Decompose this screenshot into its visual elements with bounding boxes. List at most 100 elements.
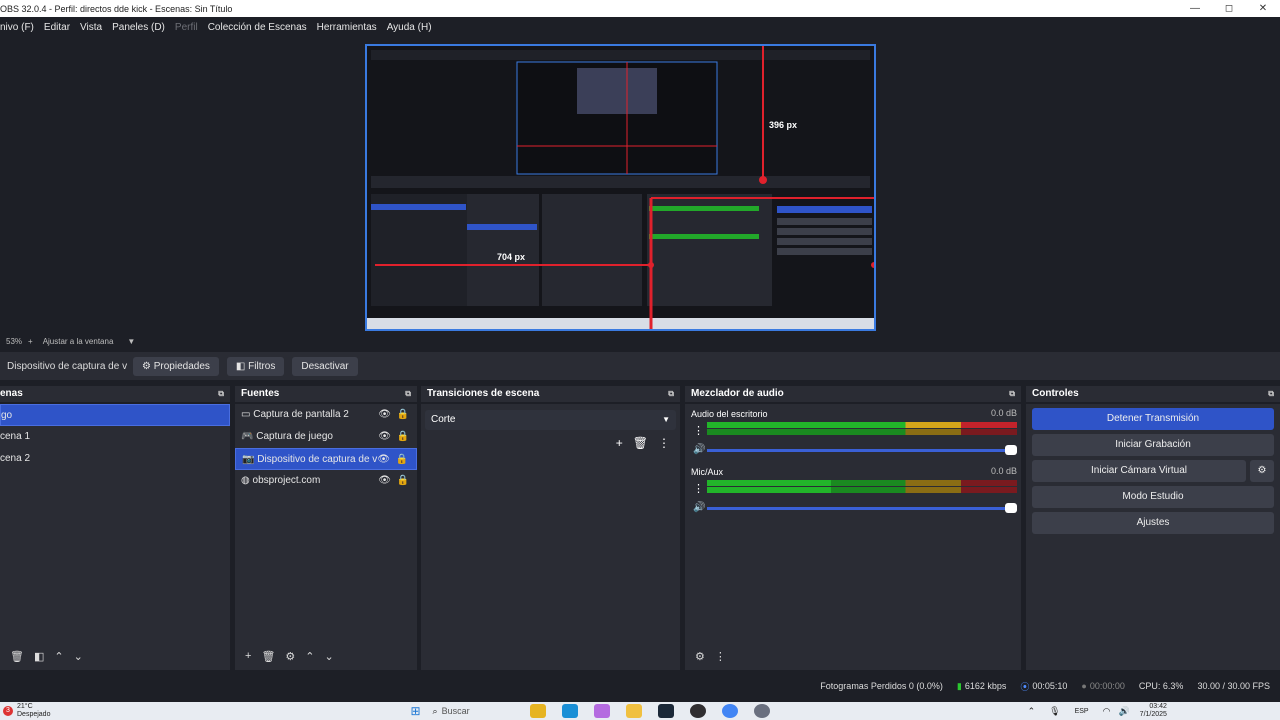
source-item[interactable]: ◍ obsproject.com 👁 🔒 xyxy=(235,470,417,492)
obs-icon[interactable] xyxy=(689,704,706,718)
maximize-button[interactable]: ◻ xyxy=(1212,0,1246,17)
transition-buttons: + 🗑 ⋮ xyxy=(616,436,670,450)
search-icon: ⌕ xyxy=(432,705,438,716)
stop-stream-button[interactable]: Detener Transmisión xyxy=(1032,408,1274,430)
source-item[interactable]: ▭ Captura de pantalla 2 👁 🔒 xyxy=(235,404,417,426)
lock-icon[interactable]: 🔒 xyxy=(397,426,409,448)
window-controls: — ◻ ✕ xyxy=(1178,0,1280,17)
source-item[interactable]: 📷 Dispositivo de captura de v 👁 🔒 xyxy=(235,448,417,470)
scene-item[interactable]: go xyxy=(0,404,230,426)
tray-chevron-icon[interactable]: ⌃ xyxy=(1028,706,1036,717)
speaker-icon[interactable]: 🔊 xyxy=(693,444,705,455)
remove-scene-icon[interactable]: 🗑 xyxy=(10,650,24,663)
gear-icon: ⚙ xyxy=(1257,465,1267,476)
copilot-icon[interactable] xyxy=(593,704,610,718)
menu-file[interactable]: nivo (F) xyxy=(0,22,34,33)
chevron-down-icon[interactable]: ▼ xyxy=(127,337,135,346)
undock-icon[interactable]: ⧉ xyxy=(1009,386,1015,402)
weather-widget[interactable]: 21°C Despejado xyxy=(17,703,50,719)
remove-source-icon[interactable]: 🗑 xyxy=(261,650,275,663)
lock-icon[interactable]: 🔒 xyxy=(396,449,408,471)
wifi-icon[interactable]: ◠ xyxy=(1103,706,1111,717)
folder-icon[interactable] xyxy=(625,704,642,718)
eye-icon[interactable]: 👁 xyxy=(378,426,391,448)
settings-app-icon[interactable] xyxy=(753,704,770,718)
virtual-cam-row: Iniciar Cámara Virtual ⚙ xyxy=(1026,456,1280,482)
clock[interactable]: 03:42 7/1/2025 xyxy=(1140,703,1167,719)
more-icon[interactable]: ⋮ xyxy=(693,424,704,437)
lock-icon[interactable]: 🔒 xyxy=(397,404,409,426)
language-indicator[interactable]: ESP xyxy=(1075,708,1089,715)
volume-slider[interactable] xyxy=(707,507,1017,510)
move-down-icon[interactable]: ⌄ xyxy=(74,650,83,663)
scenes-list: go cena 1 cena 2 🗑 ◧ ⌃ ⌄ xyxy=(0,404,230,670)
move-up-icon[interactable]: ⌃ xyxy=(54,650,63,663)
mixer-title: Mezclador de audio xyxy=(691,388,784,399)
volume-slider[interactable] xyxy=(707,449,1017,452)
more-icon[interactable]: ⋮ xyxy=(715,650,726,663)
source-item[interactable]: 🎮 Captura de juego 👁 🔒 xyxy=(235,426,417,448)
microphone-icon[interactable]: 🎙 xyxy=(1049,706,1060,717)
studio-mode-button[interactable]: Modo Estudio xyxy=(1032,486,1274,508)
clock-date: 7/1/2025 xyxy=(1139,711,1167,718)
move-up-icon[interactable]: ⌃ xyxy=(305,650,314,663)
volume-meter xyxy=(707,487,1017,493)
filters-button[interactable]: ◧ Filtros xyxy=(226,356,285,376)
search-label: Buscar xyxy=(441,706,470,716)
scene-filters-icon[interactable]: ◧ xyxy=(34,650,44,663)
file-explorer-icon[interactable] xyxy=(529,704,546,718)
channel-db: 0.0 dB xyxy=(990,466,1017,476)
add-transition-icon[interactable]: + xyxy=(616,436,623,450)
menu-bar: nivo (F) Editar Vista Paneles (D) Perfil… xyxy=(0,17,1280,37)
chrome-icon[interactable] xyxy=(721,704,738,718)
properties-label: Propiedades xyxy=(153,360,210,372)
more-icon[interactable]: ⋮ xyxy=(693,482,704,495)
settings-button[interactable]: Ajustes xyxy=(1032,512,1274,534)
remove-transition-icon[interactable]: 🗑 xyxy=(633,436,648,450)
properties-button[interactable]: ⚙ Propiedades xyxy=(133,356,219,376)
undock-icon[interactable]: ⧉ xyxy=(1268,386,1274,402)
menu-profile[interactable]: Perfil xyxy=(175,22,198,33)
menu-view[interactable]: Vista xyxy=(80,22,102,33)
scene-item[interactable]: cena 2 xyxy=(0,448,230,470)
search-box[interactable]: ⌕ Buscar xyxy=(433,706,470,717)
edge-icon[interactable] xyxy=(561,704,578,718)
speaker-icon[interactable]: 🔊 xyxy=(693,502,705,513)
add-source-icon[interactable]: + xyxy=(245,650,251,662)
advanced-audio-icon[interactable]: ⚙ xyxy=(695,650,705,663)
steam-icon[interactable] xyxy=(657,704,674,718)
volume-icon[interactable]: 🔊 xyxy=(1118,706,1129,717)
windows-start-icon[interactable]: ⊞ xyxy=(410,704,420,718)
close-button[interactable]: ✕ xyxy=(1246,0,1280,17)
menu-scene-collection[interactable]: Colección de Escenas xyxy=(208,22,307,33)
start-recording-button[interactable]: Iniciar Grabación xyxy=(1032,434,1274,456)
transition-select[interactable]: Corte ▼ xyxy=(425,410,676,430)
zoom-add-icon[interactable]: + xyxy=(28,337,33,346)
zoom-fit-label[interactable]: Ajustar a la ventana xyxy=(43,337,114,346)
move-down-icon[interactable]: ⌄ xyxy=(325,650,334,663)
volume-slider-handle[interactable] xyxy=(1005,503,1017,513)
scene-item[interactable]: cena 1 xyxy=(0,426,230,448)
source-properties-icon[interactable]: ⚙ xyxy=(285,650,295,663)
menu-edit[interactable]: Editar xyxy=(44,22,70,33)
eye-icon[interactable]: 👁 xyxy=(378,470,391,492)
volume-slider-handle[interactable] xyxy=(1005,445,1017,455)
preview-canvas[interactable]: 396 px 704 px xyxy=(365,44,876,331)
menu-help[interactable]: Ayuda (H) xyxy=(387,22,432,33)
eye-icon[interactable]: 👁 xyxy=(378,404,391,426)
undock-icon[interactable]: ⧉ xyxy=(668,386,674,402)
more-icon[interactable]: ⋮ xyxy=(658,436,670,450)
start-virtual-camera-button[interactable]: Iniciar Cámara Virtual xyxy=(1032,460,1246,482)
undock-icon[interactable]: ⧉ xyxy=(218,386,224,402)
undock-icon[interactable]: ⧉ xyxy=(405,386,411,402)
minimize-button[interactable]: — xyxy=(1178,0,1212,17)
window-title: OBS 32.0.4 - Perfil: directos dde kick -… xyxy=(0,3,233,14)
sources-title: Fuentes xyxy=(241,388,280,399)
eye-icon[interactable]: 👁 xyxy=(377,449,390,471)
menu-tools[interactable]: Herramientas xyxy=(317,22,377,33)
menu-docks[interactable]: Paneles (D) xyxy=(112,22,165,33)
virtual-camera-settings-button[interactable]: ⚙ xyxy=(1250,460,1274,482)
measure-label-vertical: 396 px xyxy=(769,120,797,130)
lock-icon[interactable]: 🔒 xyxy=(397,470,409,492)
deactivate-button[interactable]: Desactivar xyxy=(292,356,358,376)
